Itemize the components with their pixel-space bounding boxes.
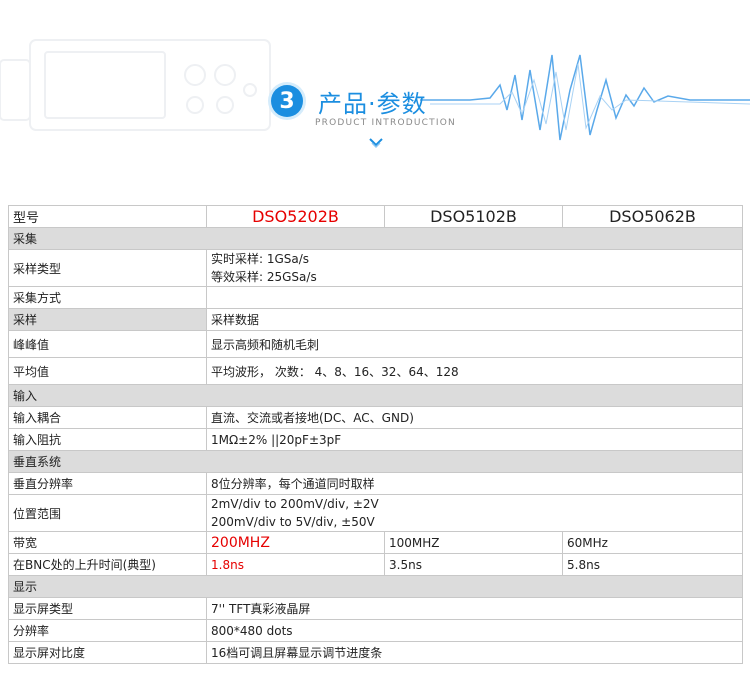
row-label: 采样 [8,308,207,331]
table-row: 峰峰值 显示高频和随机毛刺 [8,330,743,358]
value-line: 200mV/div to 5V/div, ±50V [211,515,375,529]
bandwidth-value: 200MHZ [206,531,385,554]
table-row: 平均值 平均波形， 次数： 4、8、16、32、64、128 [8,357,743,385]
row-value: 800*480 dots [206,619,743,642]
bandwidth-value: 100MHZ [384,531,563,554]
value-line: 实时采样: 1GSa/s [211,252,310,266]
row-label: 垂直分辨率 [8,472,207,495]
row-label: 在BNC处的上升时间(典型) [8,553,207,576]
row-label: 位置范围 [8,494,207,532]
row-value: 直流、交流或者接地(DC、AC、GND) [206,406,743,429]
row-value: 2mV/div to 200mV/div, ±2V 200mV/div to 5… [206,494,743,532]
section-label: 显示 [8,575,743,598]
section-number-badge: 3 [271,85,303,117]
table-row: 位置范围 2mV/div to 200mV/div, ±2V 200mV/div… [8,494,743,532]
section-subtitle: PRODUCT INTRODUCTION [315,118,456,128]
row-value: 16档可调且屏幕显示调节进度条 [206,641,743,664]
row-label: 带宽 [8,531,207,554]
row-label: 显示屏类型 [8,597,207,620]
row-label: 显示屏对比度 [8,641,207,664]
row-value: 显示高频和随机毛刺 [206,330,743,358]
table-row: 采集方式 [8,286,743,309]
row-value: 8位分辨率，每个通道同时取样 [206,472,743,495]
table-row: 带宽 200MHZ 100MHZ 60MHz [8,531,743,554]
row-value [206,286,743,309]
row-label: 峰峰值 [8,330,207,358]
row-value: 采样数据 [206,308,743,331]
section-label: 输入 [8,384,743,407]
bandwidth-value: 60MHz [562,531,743,554]
table-row: 显示屏类型 7'' TFT真彩液晶屏 [8,597,743,620]
table-row: 显示屏对比度 16档可调且屏幕显示调节进度条 [8,641,743,664]
section-row: 垂直系统 [8,450,743,473]
header-banner: 3 产品·参数 PRODUCT INTRODUCTION [0,0,750,190]
rise-time-value: 5.8ns [562,553,743,576]
value-line: 等效采样: 25GSa/s [211,270,317,284]
model-name: DSO5202B [206,205,385,228]
rise-time-value: 1.8ns [206,553,385,576]
rise-time-value: 3.5ns [384,553,563,576]
row-label: 平均值 [8,357,207,385]
table-row: 在BNC处的上升时间(典型) 1.8ns 3.5ns 5.8ns [8,553,743,576]
table-row: 采样类型 实时采样: 1GSa/s 等效采样: 25GSa/s [8,249,743,287]
table-row: 采样 采样数据 [8,308,743,331]
row-value: 实时采样: 1GSa/s 等效采样: 25GSa/s [206,249,743,287]
row-label: 输入阻抗 [8,428,207,451]
table-row: 分辨率 800*480 dots [8,619,743,642]
section-title: 产品·参数 [318,90,427,118]
row-value: 1MΩ±2% ||20pF±3pF [206,428,743,451]
section-row: 显示 [8,575,743,598]
row-label: 分辨率 [8,619,207,642]
section-row: 采集 [8,227,743,250]
model-name: DSO5102B [384,205,563,228]
chevron-down-icon [369,138,383,149]
row-value: 平均波形， 次数： 4、8、16、32、64、128 [206,357,743,385]
model-name: DSO5062B [562,205,743,228]
row-label: 输入耦合 [8,406,207,429]
section-label: 垂直系统 [8,450,743,473]
row-label: 采样类型 [8,249,207,287]
value-line: 2mV/div to 200mV/div, ±2V [211,497,379,511]
section-row: 输入 [8,384,743,407]
model-label: 型号 [8,205,207,228]
table-row: 输入阻抗 1MΩ±2% ||20pF±3pF [8,428,743,451]
section-label: 采集 [8,227,743,250]
table-row: 垂直分辨率 8位分辨率，每个通道同时取样 [8,472,743,495]
spec-table: 型号 DSO5202B DSO5102B DSO5062B 采集 采样类型 实时… [8,205,743,664]
row-label: 采集方式 [8,286,207,309]
row-value: 7'' TFT真彩液晶屏 [206,597,743,620]
table-row: 输入耦合 直流、交流或者接地(DC、AC、GND) [8,406,743,429]
model-header-row: 型号 DSO5202B DSO5102B DSO5062B [8,205,743,228]
